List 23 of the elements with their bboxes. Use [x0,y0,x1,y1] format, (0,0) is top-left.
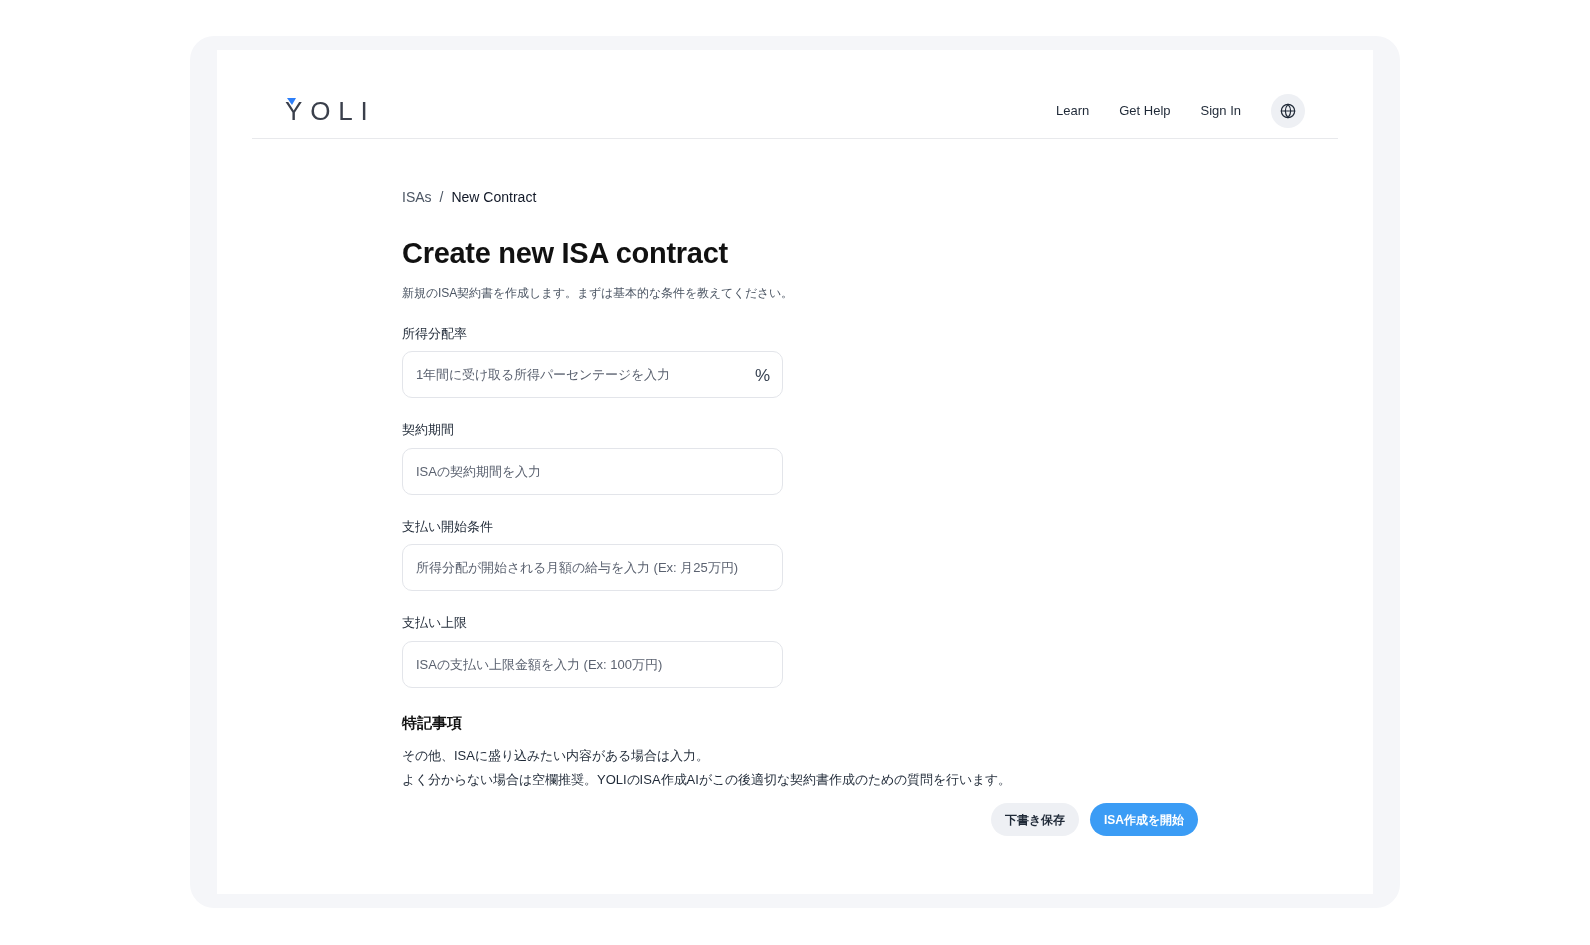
save-draft-button[interactable]: 下書き保存 [991,803,1079,836]
notes-text: その他、ISAに盛り込みたい内容がある場合は入力。 [402,747,710,765]
nav-link[interactable]: Sign In [1200,101,1241,121]
nav-link[interactable]: Get Help [1119,101,1171,121]
input-field[interactable]: ISAの契約期間を入力 [402,447,783,495]
breadcrumb-separator: / [439,188,444,207]
notes-heading: 特記事項 [402,712,463,733]
percent-suffix: % [754,365,770,387]
page-title: Create new ISA contract [402,236,729,271]
language-button[interactable] [1271,94,1305,128]
breadcrumb-link[interactable]: New Contract [451,187,537,208]
input-field[interactable]: ISAの支払い上限金額を入力 (Ex: 100万円) [402,640,783,688]
field-label: 所得分配率 [402,324,468,343]
field-label: 契約期間 [402,421,455,439]
nav-link[interactable]: Learn [1055,101,1090,121]
field-label: 支払い開始条件 [402,517,494,536]
breadcrumb-link[interactable]: ISAs [402,187,432,208]
notes-text: よく分からない場合は空欄推奨。YOLIのISA作成AIがこの後適切な契約書作成のための質問を行います。 [402,770,1012,789]
page-subtitle: 新規のISA契約書を作成します。まずは基本的な条件を教えてください。 [402,284,795,302]
input-field[interactable]: 所得分配が開始される月額の給与を入力 (Ex: 月25万円) [402,544,783,591]
field-label: 支払い上限 [402,614,468,632]
logo[interactable]: YOLI [285,95,376,126]
globe-icon [1280,103,1296,119]
